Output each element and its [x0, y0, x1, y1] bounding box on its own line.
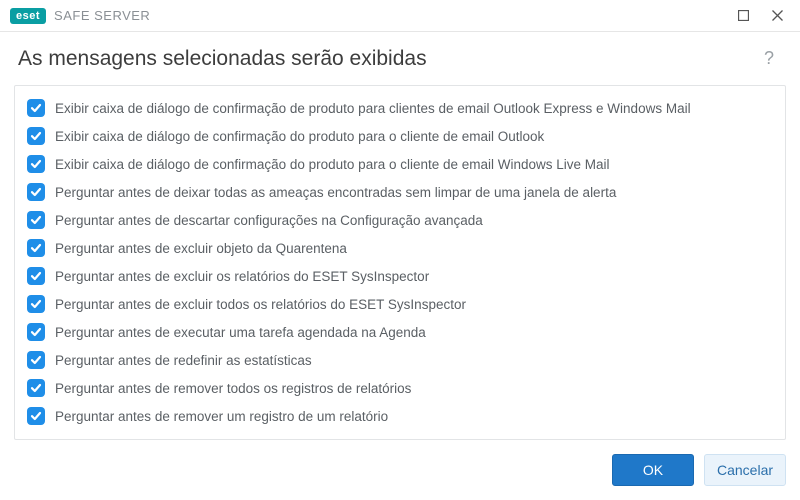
options-panel: Exibir caixa de diálogo de confirmação d…	[14, 85, 786, 440]
option-label: Perguntar antes de executar uma tarefa a…	[55, 325, 426, 340]
dialog-header: As mensagens selecionadas serão exibidas…	[0, 32, 800, 81]
option-label: Perguntar antes de excluir objeto da Qua…	[55, 241, 347, 256]
close-icon	[772, 10, 783, 21]
square-icon	[738, 10, 749, 21]
option-label: Perguntar antes de remover um registro d…	[55, 409, 388, 424]
option-row: Perguntar antes de excluir os relatórios…	[27, 262, 775, 290]
check-icon	[30, 270, 42, 282]
option-checkbox[interactable]	[27, 127, 45, 145]
check-icon	[30, 102, 42, 114]
check-icon	[30, 242, 42, 254]
option-label: Perguntar antes de excluir os relatórios…	[55, 269, 429, 284]
check-icon	[30, 158, 42, 170]
window-close-button[interactable]	[760, 2, 794, 30]
cancel-button[interactable]: Cancelar	[704, 454, 786, 486]
option-row: Perguntar antes de executar uma tarefa a…	[27, 318, 775, 346]
option-row: Perguntar antes de excluir objeto da Qua…	[27, 234, 775, 262]
option-row: Perguntar antes de remover todos os regi…	[27, 374, 775, 402]
check-icon	[30, 130, 42, 142]
option-row: Exibir caixa de diálogo de confirmação d…	[27, 150, 775, 178]
option-checkbox[interactable]	[27, 211, 45, 229]
option-label: Exibir caixa de diálogo de confirmação d…	[55, 157, 610, 172]
option-checkbox[interactable]	[27, 99, 45, 117]
check-icon	[30, 214, 42, 226]
option-label: Perguntar antes de excluir todos os rela…	[55, 297, 466, 312]
option-row: Perguntar antes de deixar todas as ameaç…	[27, 178, 775, 206]
option-checkbox[interactable]	[27, 239, 45, 257]
titlebar: eset SAFE SERVER	[0, 0, 800, 32]
option-label: Exibir caixa de diálogo de confirmação d…	[55, 101, 691, 116]
check-icon	[30, 326, 42, 338]
page-title: As mensagens selecionadas serão exibidas	[18, 47, 758, 71]
option-row: Perguntar antes de redefinir as estatíst…	[27, 346, 775, 374]
option-checkbox[interactable]	[27, 323, 45, 341]
option-row: Perguntar antes de remover um registro d…	[27, 402, 775, 430]
check-icon	[30, 354, 42, 366]
option-row: Exibir caixa de diálogo de confirmação d…	[27, 122, 775, 150]
option-checkbox[interactable]	[27, 267, 45, 285]
check-icon	[30, 410, 42, 422]
dialog-footer: OK Cancelar	[0, 440, 800, 500]
ok-button[interactable]: OK	[612, 454, 694, 486]
option-label: Perguntar antes de descartar configuraçõ…	[55, 213, 483, 228]
check-icon	[30, 298, 42, 310]
option-row: Perguntar antes de descartar configuraçõ…	[27, 206, 775, 234]
check-icon	[30, 186, 42, 198]
help-icon[interactable]: ?	[758, 46, 780, 71]
option-checkbox[interactable]	[27, 379, 45, 397]
option-label: Perguntar antes de deixar todas as ameaç…	[55, 185, 616, 200]
option-checkbox[interactable]	[27, 295, 45, 313]
product-name: SAFE SERVER	[54, 8, 150, 23]
check-icon	[30, 382, 42, 394]
option-row: Perguntar antes de excluir todos os rela…	[27, 290, 775, 318]
option-label: Perguntar antes de redefinir as estatíst…	[55, 353, 312, 368]
option-row: Exibir caixa de diálogo de confirmação d…	[27, 94, 775, 122]
option-checkbox[interactable]	[27, 183, 45, 201]
brand-badge: eset	[10, 8, 46, 24]
option-checkbox[interactable]	[27, 351, 45, 369]
options-list[interactable]: Exibir caixa de diálogo de confirmação d…	[15, 86, 785, 439]
window-maximize-button[interactable]	[726, 2, 760, 30]
option-checkbox[interactable]	[27, 407, 45, 425]
option-label: Exibir caixa de diálogo de confirmação d…	[55, 129, 544, 144]
option-label: Perguntar antes de remover todos os regi…	[55, 381, 411, 396]
option-checkbox[interactable]	[27, 155, 45, 173]
